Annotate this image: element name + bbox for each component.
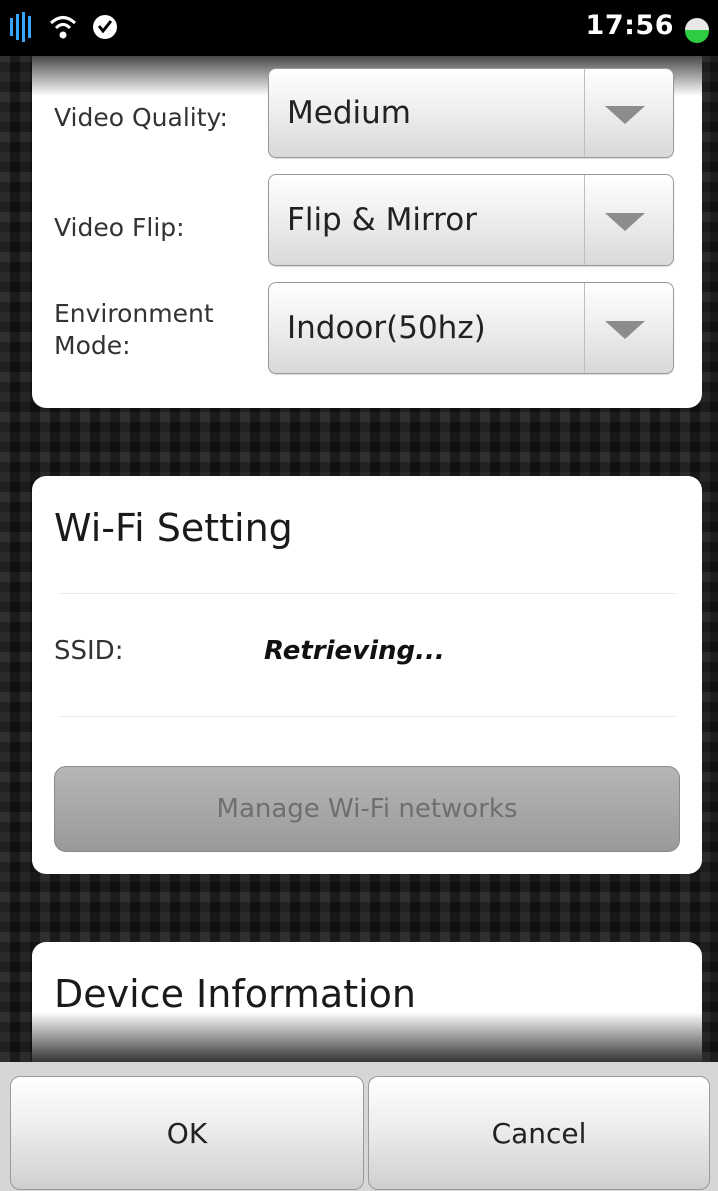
wifi-icon bbox=[49, 16, 77, 39]
spinner-divider bbox=[584, 69, 585, 157]
video-quality-label: Video Quality: bbox=[54, 103, 228, 132]
chevron-down-icon bbox=[605, 106, 645, 124]
ssid-value: Retrieving... bbox=[264, 636, 445, 666]
environment-mode-label-line2: Mode: bbox=[54, 331, 131, 360]
ssid-label: SSID: bbox=[54, 636, 124, 666]
video-settings-card: Video Quality: Medium Video Flip: Flip &… bbox=[32, 56, 702, 408]
environment-mode-value: Indoor(50hz) bbox=[287, 310, 486, 346]
device-information-card: Device Information bbox=[32, 942, 702, 1062]
battery-icon bbox=[685, 18, 709, 43]
ok-button[interactable]: OK bbox=[10, 1076, 364, 1190]
manage-wifi-networks-button[interactable]: Manage Wi-Fi networks bbox=[54, 766, 680, 852]
video-flip-label: Video Flip: bbox=[54, 213, 185, 242]
scroll-fade-bottom bbox=[32, 1012, 702, 1062]
bottom-button-bar: OK Cancel bbox=[0, 1062, 718, 1191]
signal-icon bbox=[10, 12, 31, 42]
environment-mode-label-line1: Environment bbox=[54, 299, 214, 328]
wifi-setting-card: Wi-Fi Setting SSID: Retrieving... Manage… bbox=[32, 476, 702, 874]
divider bbox=[58, 593, 676, 594]
cancel-button[interactable]: Cancel bbox=[368, 1076, 710, 1190]
chevron-down-icon bbox=[605, 213, 645, 231]
app-icon bbox=[93, 15, 117, 39]
divider bbox=[58, 716, 676, 717]
video-quality-select[interactable]: Medium bbox=[268, 68, 674, 158]
video-flip-select[interactable]: Flip & Mirror bbox=[268, 174, 674, 266]
wifi-setting-title: Wi-Fi Setting bbox=[54, 506, 293, 550]
status-time: 17:56 bbox=[585, 10, 674, 41]
status-bar: 17:56 bbox=[0, 0, 718, 56]
spinner-divider bbox=[584, 283, 585, 373]
chevron-down-icon bbox=[605, 321, 645, 339]
device-information-title: Device Information bbox=[54, 972, 417, 1016]
environment-mode-select[interactable]: Indoor(50hz) bbox=[268, 282, 674, 374]
spinner-divider bbox=[584, 175, 585, 265]
video-quality-value: Medium bbox=[287, 95, 411, 131]
video-flip-value: Flip & Mirror bbox=[287, 202, 477, 238]
